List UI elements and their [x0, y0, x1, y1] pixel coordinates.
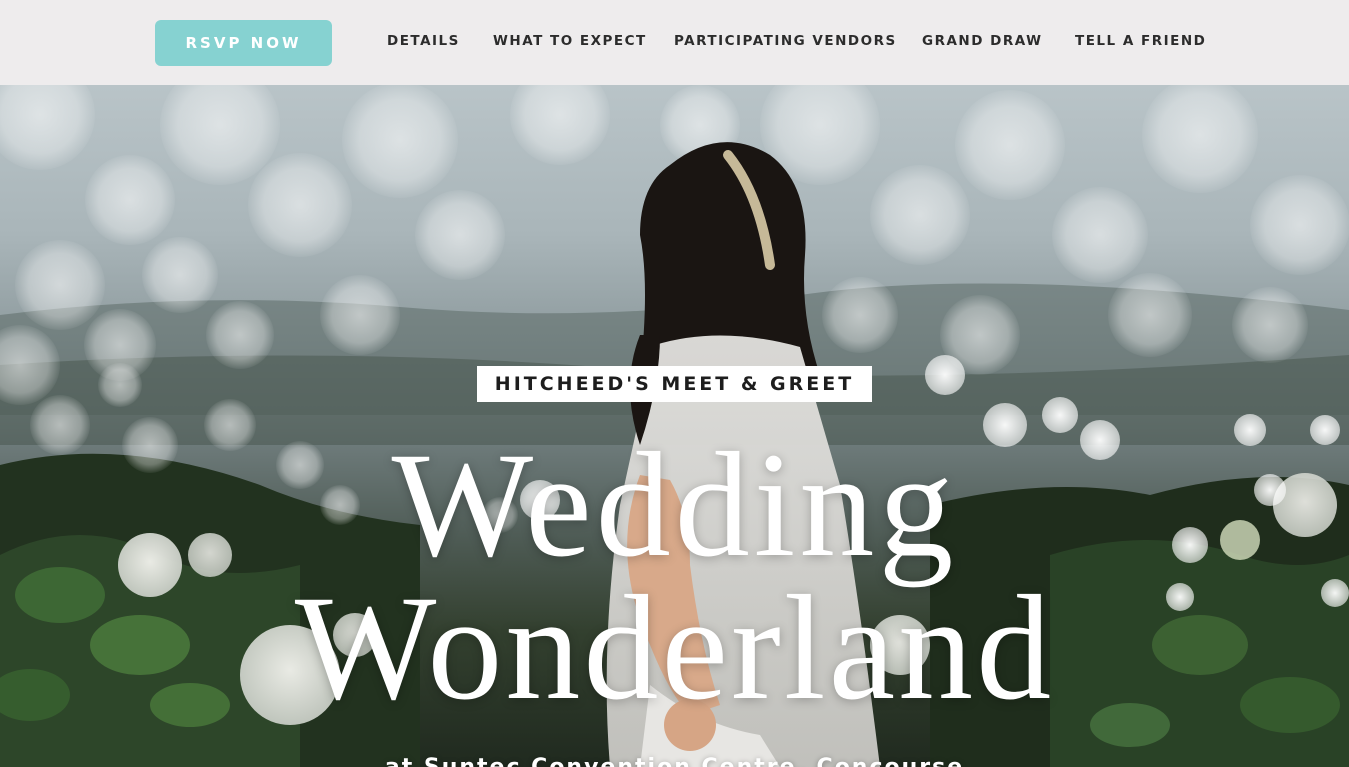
- hero-title-line-1: Wedding: [391, 422, 958, 588]
- hero-section: HITCHEED'S MEET & GREET Wedding Wonderla…: [0, 85, 1349, 767]
- event-venue: at Suntec Convention Centre, Concourse: [0, 755, 1349, 767]
- nav-link-participating-vendors[interactable]: PARTICIPATING VENDORS: [674, 33, 897, 49]
- top-navigation-bar: RSVP NOW DETAILS WHAT TO EXPECT PARTICIP…: [0, 0, 1349, 85]
- nav-link-what-to-expect[interactable]: WHAT TO EXPECT: [493, 33, 647, 49]
- nav-link-details[interactable]: DETAILS: [387, 33, 460, 49]
- nav-link-grand-draw[interactable]: GRAND DRAW: [922, 33, 1042, 49]
- rsvp-now-button[interactable]: RSVP NOW: [155, 20, 332, 66]
- nav-link-tell-a-friend[interactable]: TELL A FRIEND: [1075, 33, 1206, 49]
- hero-title-line-2: Wonderland: [294, 565, 1055, 731]
- event-badge: HITCHEED'S MEET & GREET: [477, 366, 872, 402]
